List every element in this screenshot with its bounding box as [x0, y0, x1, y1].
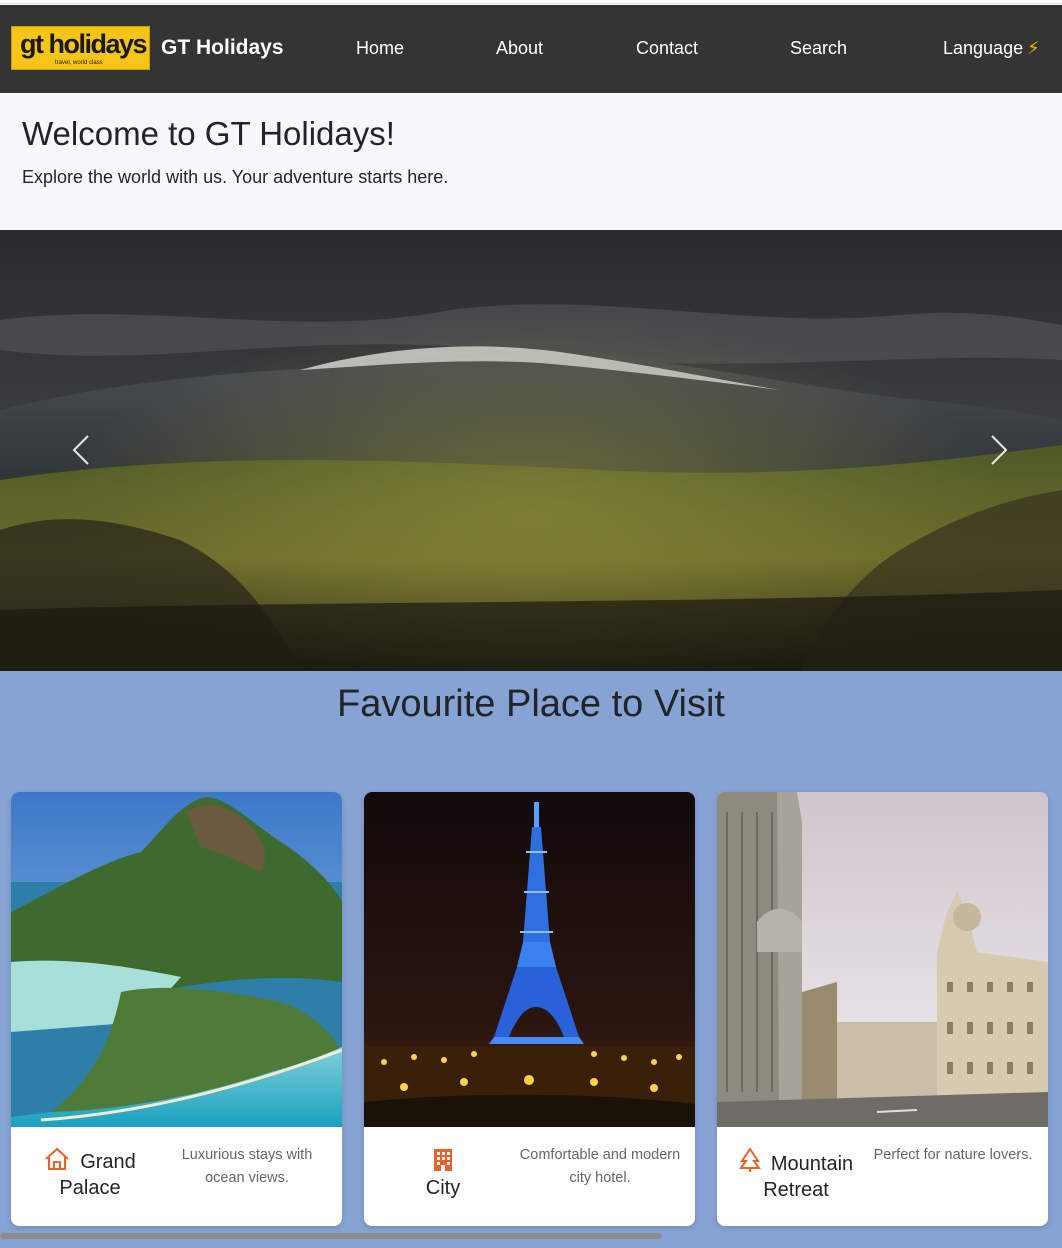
nav-about[interactable]: About	[496, 38, 543, 59]
favourite-places-section: Favourite Place to Visit Grand Palace Lu…	[0, 671, 1062, 1248]
building-icon	[434, 1149, 452, 1171]
horizontal-scrollbar[interactable]	[0, 1233, 662, 1239]
card-description: Perfect for nature lovers.	[873, 1147, 1033, 1163]
card-body: Mountain Retreat Perfect for nature love…	[717, 1127, 1048, 1226]
tree-icon	[738, 1147, 761, 1172]
welcome-subtitle: Explore the world with us. Your adventur…	[22, 167, 449, 187]
chevron-right-icon	[991, 435, 1008, 465]
house-icon	[45, 1147, 69, 1170]
hero-carousel	[0, 230, 1062, 671]
eiffel-tower-image	[364, 792, 695, 1127]
logo-tagline: travel, world class	[55, 60, 103, 66]
card-title: City	[378, 1147, 508, 1201]
nav-home[interactable]: Home	[356, 38, 404, 59]
logo[interactable]: gt holidays travel, world class	[11, 26, 150, 70]
carousel-prev-button[interactable]	[62, 430, 102, 470]
card-title: Grand Palace	[25, 1147, 155, 1201]
navbar: gt holidays travel, world class GT Holid…	[0, 5, 1062, 93]
card-title-text: City	[425, 1177, 461, 1199]
nav-contact[interactable]: Contact	[636, 38, 698, 59]
welcome-section: Welcome to GT Holidays! Explore the worl…	[0, 93, 1062, 230]
place-card-city[interactable]: City Comfortable and modern city hotel.	[364, 792, 695, 1226]
card-body: Grand Palace Luxurious stays with ocean …	[11, 1127, 342, 1226]
card-title-text: Grand Palace	[59, 1151, 136, 1199]
card-title: Mountain Retreat	[731, 1147, 861, 1203]
card-description: Comfortable and modern city hotel.	[519, 1147, 681, 1186]
place-card-mountain-retreat[interactable]: Mountain Retreat Perfect for nature love…	[717, 792, 1048, 1226]
section-heading: Favourite Place to Visit	[337, 683, 725, 725]
island-image	[11, 792, 342, 1127]
card-title-text: Mountain Retreat	[763, 1153, 854, 1201]
hero-landscape-image	[0, 230, 1062, 671]
lightning-icon: ⚡	[1027, 38, 1040, 58]
carousel-next-button[interactable]	[978, 430, 1018, 470]
city-street-image	[717, 792, 1048, 1127]
card-body: City Comfortable and modern city hotel.	[364, 1127, 695, 1226]
top-strip	[0, 0, 1062, 4]
nav-language-label: Language	[943, 38, 1024, 58]
nav-search[interactable]: Search	[790, 38, 847, 59]
brand-name[interactable]: GT Holidays	[161, 36, 284, 60]
nav-language[interactable]: Language ⚡	[943, 38, 1040, 59]
place-card-grand-palace[interactable]: Grand Palace Luxurious stays with ocean …	[11, 792, 342, 1226]
chevron-left-icon	[72, 435, 89, 465]
logo-text: gt holidays	[20, 29, 148, 59]
card-description: Luxurious stays with ocean views.	[181, 1147, 313, 1186]
welcome-title: Welcome to GT Holidays!	[22, 115, 395, 152]
